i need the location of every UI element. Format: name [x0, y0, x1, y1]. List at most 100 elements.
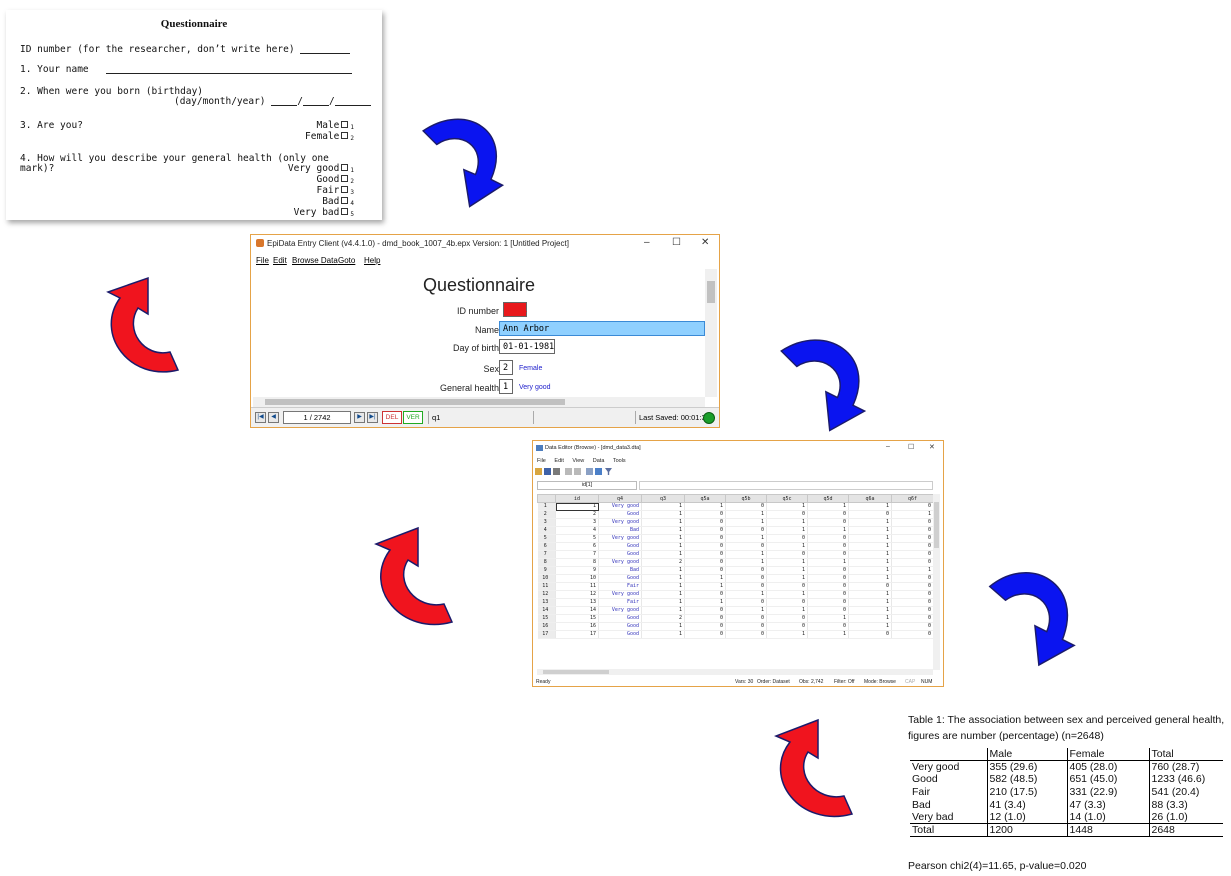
- grid-cell[interactable]: 0: [891, 590, 934, 599]
- grid-cell[interactable]: 0: [725, 542, 767, 551]
- row-number[interactable]: 5: [537, 534, 556, 543]
- stata-horizontal-scrollbar[interactable]: [537, 669, 933, 675]
- grid-cell[interactable]: 0: [848, 582, 892, 591]
- scroll-thumb[interactable]: [265, 399, 565, 405]
- menu-edit[interactable]: Edit: [554, 458, 563, 464]
- grid-cell[interactable]: 1: [641, 598, 685, 607]
- paste-icon[interactable]: [574, 468, 581, 475]
- column-header[interactable]: id: [555, 494, 599, 503]
- delete-button[interactable]: DEL: [382, 411, 402, 424]
- grid-cell[interactable]: 0: [891, 614, 934, 623]
- grid-cell[interactable]: Good: [598, 510, 642, 519]
- grid-cell[interactable]: 0: [725, 502, 767, 511]
- grid-cell[interactable]: 1: [684, 502, 726, 511]
- grid-cell[interactable]: 1: [725, 558, 767, 567]
- grid-cell[interactable]: 0: [807, 566, 849, 575]
- grid-cell[interactable]: 0: [766, 510, 808, 519]
- grid-cell[interactable]: Good: [598, 550, 642, 559]
- menu-help[interactable]: Help: [364, 256, 380, 265]
- grid-cell[interactable]: Good: [598, 614, 642, 623]
- grid-cell[interactable]: 0: [891, 598, 934, 607]
- grid-cell[interactable]: 0: [891, 582, 934, 591]
- grid-cell[interactable]: 1: [848, 566, 892, 575]
- grid-cell[interactable]: 0: [766, 550, 808, 559]
- browse-mode-icon[interactable]: [595, 468, 602, 475]
- grid-cell[interactable]: 1: [641, 526, 685, 535]
- grid-cell[interactable]: 1: [766, 526, 808, 535]
- grid-cell[interactable]: 0: [684, 550, 726, 559]
- grid-cell[interactable]: Very good: [598, 558, 642, 567]
- grid-cell[interactable]: 1: [766, 630, 808, 639]
- grid-cell[interactable]: 4: [555, 526, 599, 535]
- dob-field[interactable]: 01-01-1981: [499, 339, 555, 354]
- grid-cell[interactable]: 0: [684, 606, 726, 615]
- grid-cell[interactable]: 1: [848, 598, 892, 607]
- grid-cell[interactable]: 0: [725, 630, 767, 639]
- grid-cell[interactable]: 0: [807, 510, 849, 519]
- grid-cell[interactable]: 0: [684, 534, 726, 543]
- minimize-icon[interactable]: –: [886, 443, 890, 450]
- table-row[interactable]: 12 12 Very good 1 0 1 1 0 1 0: [537, 590, 934, 599]
- minimize-icon[interactable]: –: [644, 237, 650, 248]
- grid-cell[interactable]: 0: [766, 622, 808, 631]
- grid-cell[interactable]: 0: [766, 598, 808, 607]
- grid-cell[interactable]: 15: [555, 614, 599, 623]
- grid-cell[interactable]: 0: [891, 518, 934, 527]
- grid-cell[interactable]: 17: [555, 630, 599, 639]
- grid-cell[interactable]: 1: [766, 590, 808, 599]
- grid-cell[interactable]: 0: [684, 622, 726, 631]
- grid-cell[interactable]: 1: [848, 518, 892, 527]
- grid-cell[interactable]: Very good: [598, 606, 642, 615]
- grid-cell[interactable]: 0: [848, 630, 892, 639]
- grid-cell[interactable]: 1: [641, 534, 685, 543]
- row-number[interactable]: 2: [537, 510, 556, 519]
- grid-cell[interactable]: 0: [807, 606, 849, 615]
- grid-cell[interactable]: 1: [848, 550, 892, 559]
- sex-field[interactable]: 2: [499, 360, 513, 375]
- grid-cell[interactable]: 0: [684, 566, 726, 575]
- grid-cell[interactable]: 2: [641, 558, 685, 567]
- grid-cell[interactable]: 0: [891, 558, 934, 567]
- grid-cell[interactable]: 1: [725, 510, 767, 519]
- grid-cell[interactable]: 0: [891, 550, 934, 559]
- row-number[interactable]: 6: [537, 542, 556, 551]
- grid-cell[interactable]: 0: [848, 510, 892, 519]
- grid-cell[interactable]: 1: [848, 558, 892, 567]
- menu-data[interactable]: Data: [593, 458, 605, 464]
- grid-cell[interactable]: 0: [684, 630, 726, 639]
- grid-cell[interactable]: 1: [725, 606, 767, 615]
- table-row[interactable]: 14 14 Very good 1 0 1 1 0 1 0: [537, 606, 934, 615]
- column-header[interactable]: q3: [641, 494, 685, 503]
- grid-cell[interactable]: 1: [641, 550, 685, 559]
- grid-cell[interactable]: 13: [555, 598, 599, 607]
- grid-cell[interactable]: 9: [555, 566, 599, 575]
- health-field[interactable]: 1: [499, 379, 513, 394]
- grid-cell[interactable]: 1: [641, 582, 685, 591]
- row-number[interactable]: 16: [537, 622, 556, 631]
- grid-cell[interactable]: 1: [807, 630, 849, 639]
- table-row[interactable]: 13 13 Fair 1 1 0 0 0 1 0: [537, 598, 934, 607]
- row-number[interactable]: 3: [537, 518, 556, 527]
- id-field[interactable]: 0001: [503, 302, 527, 317]
- grid-cell[interactable]: 0: [684, 542, 726, 551]
- grid-cell[interactable]: 1: [684, 598, 726, 607]
- table-row[interactable]: 3 3 Very good 1 0 1 1 0 1 0: [537, 518, 934, 527]
- copy-icon[interactable]: [565, 468, 572, 475]
- stata-vertical-scrollbar[interactable]: [933, 494, 940, 670]
- grid-cell[interactable]: 0: [807, 534, 849, 543]
- row-number[interactable]: 7: [537, 550, 556, 559]
- grid-cell[interactable]: 0: [891, 574, 934, 583]
- grid-cell[interactable]: 0: [684, 510, 726, 519]
- grid-cell[interactable]: 0: [807, 582, 849, 591]
- grid-cell[interactable]: 0: [725, 622, 767, 631]
- grid-cell[interactable]: 14: [555, 606, 599, 615]
- table-row[interactable]: 5 5 Very good 1 0 1 0 0 1 0: [537, 534, 934, 543]
- table-row[interactable]: 16 16 Good 1 0 0 0 0 1 0: [537, 622, 934, 631]
- grid-cell[interactable]: 1: [641, 502, 685, 511]
- grid-cell[interactable]: 0: [891, 630, 934, 639]
- table-row[interactable]: 2 2 Good 1 0 1 0 0 0 1: [537, 510, 934, 519]
- save-icon[interactable]: [544, 468, 551, 475]
- grid-cell[interactable]: 1: [766, 606, 808, 615]
- grid-cell[interactable]: 16: [555, 622, 599, 631]
- grid-cell[interactable]: 1: [848, 614, 892, 623]
